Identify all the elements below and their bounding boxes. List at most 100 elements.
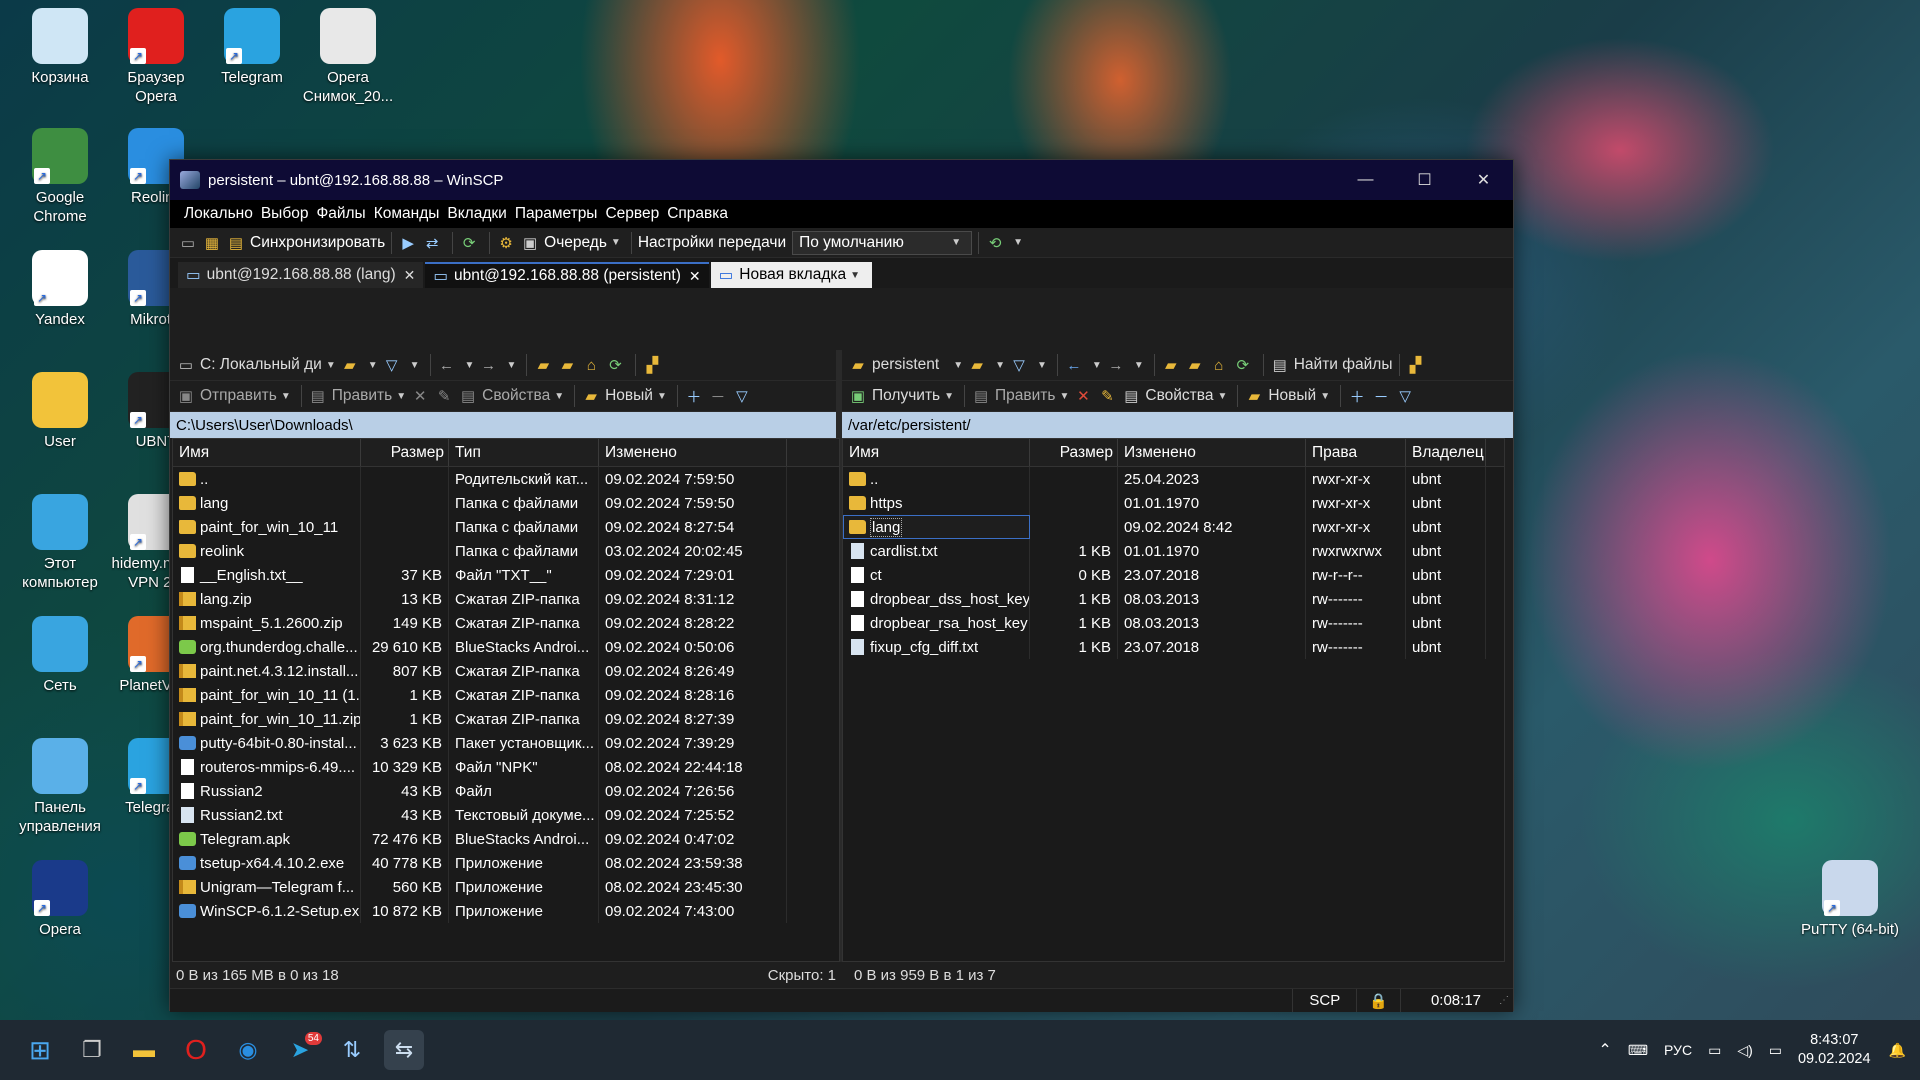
clock[interactable]: 8:43:07 09.02.2024 xyxy=(1798,1031,1871,1069)
desktop-icon[interactable]: User xyxy=(10,372,110,451)
table-row[interactable]: dropbear_rsa_host_key 1 KB 08.03.2013 rw---… xyxy=(843,611,1504,635)
column-size[interactable]: Размер xyxy=(1030,439,1118,466)
drive-select[interactable]: C: Локальный ди xyxy=(200,356,322,374)
back-arrow-icon[interactable]: ← xyxy=(437,355,457,375)
desktop-icon[interactable]: Корзина xyxy=(10,8,110,87)
tree-view-icon[interactable]: ▞ xyxy=(642,355,662,375)
resize-grip-icon[interactable]: ⋰ xyxy=(1495,989,1513,1012)
chevron-down-icon[interactable]: ▼ xyxy=(657,391,667,402)
refresh-icon[interactable]: ⟳ xyxy=(605,355,625,375)
chevron-down-icon[interactable]: ▼ xyxy=(1013,237,1023,248)
table-row[interactable]: lang 09.02.2024 8:42 rwxr-xr-x ubnt xyxy=(843,515,1504,539)
home-icon[interactable]: ⌂ xyxy=(1209,355,1229,375)
task-view-icon[interactable]: ❐ xyxy=(72,1030,112,1070)
tab-lang[interactable]: ▭ ubnt@192.168.88.88 (lang) ✕ xyxy=(178,262,424,288)
properties-button[interactable]: Свойства xyxy=(1145,387,1213,405)
reolink-taskbar-icon[interactable]: ◉ xyxy=(228,1030,268,1070)
menu-tabs[interactable]: Вкладки xyxy=(447,205,506,223)
remote-dir-select[interactable]: persistent xyxy=(872,356,939,374)
table-row[interactable]: cardlist.txt 1 KB 01.01.1970 rwxrwxrwx ubnt xyxy=(843,539,1504,563)
find-files-icon[interactable]: ▤ xyxy=(1270,355,1290,375)
table-row[interactable]: Russian2 43 KB Файл 09.02.2024 7:26:56 xyxy=(173,779,839,803)
home-icon[interactable]: ⌂ xyxy=(581,355,601,375)
chevron-down-icon[interactable]: ▼ xyxy=(554,391,564,402)
close-button[interactable]: ✕ xyxy=(1454,160,1513,200)
queue-button[interactable]: Очередь xyxy=(544,234,607,252)
desktop-icon[interactable]: Панель управления xyxy=(10,738,110,836)
download-icon[interactable]: ▣ xyxy=(848,386,868,406)
open-folder-icon[interactable]: ▰ xyxy=(967,355,987,375)
table-row[interactable]: mspaint_5.1.2600.zip 149 KB Сжатая ZIP-пап… xyxy=(173,611,839,635)
chevron-down-icon[interactable]: ▼ xyxy=(368,360,378,371)
table-row[interactable]: fixup_cfg_diff.txt 1 KB 23.07.2018 rw------… xyxy=(843,635,1504,659)
desktop-icon[interactable]: Сеть xyxy=(10,616,110,695)
remote-file-list[interactable]: Имя Размер Изменено Права Владелец .. 25.… xyxy=(842,438,1505,962)
chevron-down-icon[interactable]: ▼ xyxy=(611,237,621,248)
find-files-button[interactable]: Найти файлы xyxy=(1294,356,1393,374)
filter-select-icon[interactable]: ▽ xyxy=(1395,386,1415,406)
desktop-icon[interactable]: ↗ PuTTY (64-bit) xyxy=(1800,860,1900,939)
chevron-down-icon[interactable]: ▼ xyxy=(995,360,1005,371)
table-row[interactable]: WinSCP-6.1.2-Setup.exe 10 872 KB Приложени… xyxy=(173,899,839,923)
table-row[interactable]: tsetup-x64.4.10.2.exe 40 778 KB Приложение… xyxy=(173,851,839,875)
chevron-down-icon[interactable]: ▼ xyxy=(410,360,420,371)
chevron-down-icon[interactable]: ▼ xyxy=(465,360,475,371)
tree-view-icon[interactable]: ▞ xyxy=(1406,355,1426,375)
table-row[interactable]: paint_for_win_10_11 Папка с файлами 09.02.… xyxy=(173,515,839,539)
local-path-bar[interactable]: C:\Users\User\Downloads\ xyxy=(170,412,836,438)
chevron-down-icon[interactable]: ▼ xyxy=(281,391,291,402)
chevron-up-icon[interactable]: ⌃ xyxy=(1598,1040,1611,1060)
column-rights[interactable]: Права xyxy=(1306,439,1406,466)
chevron-down-icon[interactable]: ▼ xyxy=(1092,360,1102,371)
maximize-button[interactable]: ☐ xyxy=(1395,160,1454,200)
filter-icon[interactable]: ▽ xyxy=(1009,355,1029,375)
delete-icon[interactable]: ✕ xyxy=(410,386,430,406)
compare-dirs-icon[interactable]: ▦ xyxy=(202,233,222,253)
menu-help[interactable]: Справка xyxy=(667,205,728,223)
table-row[interactable]: __English.txt__ 37 KB Файл "TXT__" 09.02.20… xyxy=(173,563,839,587)
table-row[interactable]: routeros-mmips-6.49.... 10 329 KB Файл "NP… xyxy=(173,755,839,779)
desktop-icon[interactable]: Opera Снимок_20... xyxy=(298,8,398,106)
column-size[interactable]: Размер xyxy=(361,439,449,466)
edit-button[interactable]: Править xyxy=(995,387,1055,405)
window-layout-icon[interactable]: ▭ xyxy=(178,233,198,253)
queue-icon[interactable]: ▣ xyxy=(520,233,540,253)
input-language[interactable]: РУС xyxy=(1664,1042,1692,1058)
title-bar[interactable]: persistent – ubnt@192.168.88.88 – WinSCP… xyxy=(170,160,1513,200)
select-all-icon[interactable]: ＋ xyxy=(684,386,704,406)
table-row[interactable]: ct 0 KB 23.07.2018 rw-r--r-- ubnt xyxy=(843,563,1504,587)
filter-select-icon[interactable]: ▽ xyxy=(732,386,752,406)
properties-icon[interactable]: ▤ xyxy=(1121,386,1141,406)
new-folder-icon[interactable]: ▰ xyxy=(581,386,601,406)
desktop-icon[interactable]: ↗ Opera xyxy=(10,860,110,939)
deselect-icon[interactable]: － xyxy=(1371,386,1391,406)
parent-dir-icon[interactable]: ▰ xyxy=(533,355,553,375)
chevron-down-icon[interactable]: ▼ xyxy=(1217,391,1227,402)
menu-select[interactable]: Выбор xyxy=(261,205,309,223)
edit-icon[interactable]: ▤ xyxy=(308,386,328,406)
speaker-icon[interactable]: ◁) xyxy=(1737,1042,1752,1059)
table-row[interactable]: Telegram.apk 72 476 KB BlueStacks Androi..… xyxy=(173,827,839,851)
battery-icon[interactable]: ▭ xyxy=(1769,1042,1782,1059)
start-button[interactable]: ⊞ xyxy=(20,1030,60,1070)
putty-taskbar-icon[interactable]: ⇅ xyxy=(332,1030,372,1070)
send-button[interactable]: Отправить xyxy=(200,387,277,405)
desktop-icon[interactable]: ↗ Браузер Opera xyxy=(106,8,206,106)
table-row[interactable]: dropbear_dss_host_key 1 KB 08.03.2013 rw---… xyxy=(843,587,1504,611)
table-row[interactable]: paint.net.4.3.12.install... 807 KB Сжатая … xyxy=(173,659,839,683)
chevron-down-icon[interactable]: ▼ xyxy=(944,391,954,402)
transfer-sync-icon[interactable]: ⟲ xyxy=(985,233,1005,253)
table-row[interactable]: https 01.01.1970 rwxr-xr-x ubnt xyxy=(843,491,1504,515)
table-row[interactable]: paint_for_win_10_11 (1... 1 KB Сжатая ZIP-… xyxy=(173,683,839,707)
chevron-down-icon[interactable]: ▼ xyxy=(506,360,516,371)
chevron-down-icon[interactable]: ▼ xyxy=(1320,391,1330,402)
opera-taskbar-icon[interactable]: O xyxy=(176,1030,216,1070)
parent-dir-icon[interactable]: ▰ xyxy=(1161,355,1181,375)
telegram-taskbar-icon[interactable]: ➤ 54 xyxy=(280,1030,322,1070)
synchronize-button[interactable]: Синхронизировать xyxy=(250,234,385,252)
upload-icon[interactable]: ▣ xyxy=(176,386,196,406)
chevron-down-icon[interactable]: ▼ xyxy=(1037,360,1047,371)
refresh-icon[interactable]: ⟳ xyxy=(1233,355,1253,375)
table-row[interactable]: .. 25.04.2023 rwxr-xr-x ubnt xyxy=(843,467,1504,491)
edit-icon[interactable]: ▤ xyxy=(971,386,991,406)
